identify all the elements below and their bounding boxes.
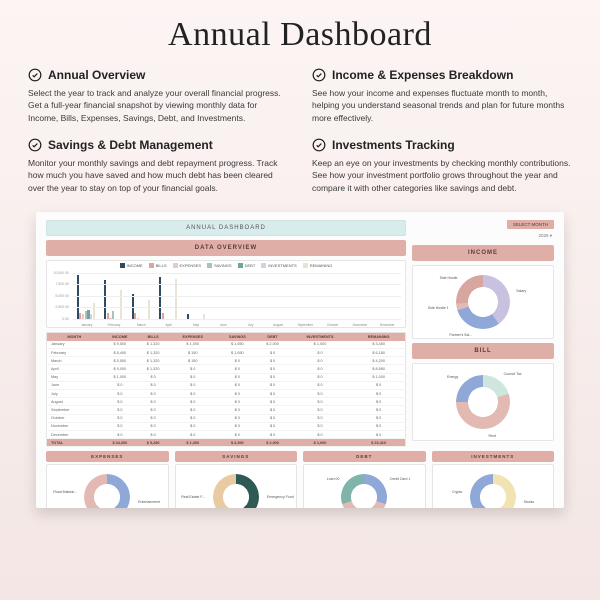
debt-card: DEBT Credit Card 1Credit Card 2Loan 00 [303,451,426,508]
debt-donut: Credit Card 1Credit Card 2Loan 00 [303,464,426,508]
select-month-value[interactable]: 2025 ▾ [538,233,554,241]
feature-savings-debt: Savings & Debt Management Monitor your m… [28,138,288,194]
feature-title: Annual Overview [48,68,145,82]
feature-title: Investments Tracking [332,138,455,152]
dashboard-screenshot: ANNUAL DASHBOARD DATA OVERVIEW INCOMEBIL… [36,212,564,508]
chart-legend: INCOMEBILLSEXPENSESSAVINGSDEBTINVESTMENT… [47,261,405,269]
income-title: INCOME [412,245,554,261]
bar-chart: INCOMEBILLSEXPENSESSAVINGSDEBTINVESTMENT… [46,260,406,328]
check-icon [312,68,326,82]
feature-body: Keep an eye on your investments by check… [312,157,572,194]
savings-card: SAVINGS Emergency FundReal Estate F... [175,451,298,508]
expenses-title: EXPENSES [46,451,169,462]
expenses-card: EXPENSES EntertainmentRoad Maintai... [46,451,169,508]
bill-donut: Council TaxRentEnergy [412,363,554,441]
select-month-button[interactable]: SELECT MONTH [507,220,554,229]
feature-body: See how your income and expenses fluctua… [312,87,572,124]
feature-body: Select the year to track and analyze you… [28,87,288,124]
investments-donut: StocksCrypto [432,464,555,508]
debt-title: DEBT [303,451,426,462]
savings-title: SAVINGS [175,451,298,462]
expenses-donut: EntertainmentRoad Maintai... [46,464,169,508]
feature-investments: Investments Tracking Keep an eye on your… [312,138,572,194]
feature-body: Monitor your monthly savings and debt re… [28,157,288,194]
page-title: Annual Dashboard [0,0,600,68]
check-icon [312,138,326,152]
investments-card: INVESTMENTS StocksCrypto [432,451,555,508]
savings-donut: Emergency FundReal Estate F... [175,464,298,508]
check-icon [28,68,42,82]
overview-title: DATA OVERVIEW [46,240,406,256]
dashboard-title: ANNUAL DASHBOARD [46,220,406,236]
feature-income-expenses: Income & Expenses Breakdown See how your… [312,68,572,124]
feature-title: Income & Expenses Breakdown [332,68,513,82]
investments-title: INVESTMENTS [432,451,555,462]
check-icon [28,138,42,152]
bill-title: BILL [412,343,554,359]
mini-charts-row: EXPENSES EntertainmentRoad Maintai... SA… [46,451,554,508]
data-table: MONTHINCOMEBILLSEXPENSESSAVINGSDEBTINVES… [46,332,406,447]
feature-title: Savings & Debt Management [48,138,213,152]
feature-annual-overview: Annual Overview Select the year to track… [28,68,288,124]
feature-grid: Annual Overview Select the year to track… [0,68,600,206]
income-donut: SalaryPartner's Sal...Side Hustle 1Side … [412,265,554,339]
